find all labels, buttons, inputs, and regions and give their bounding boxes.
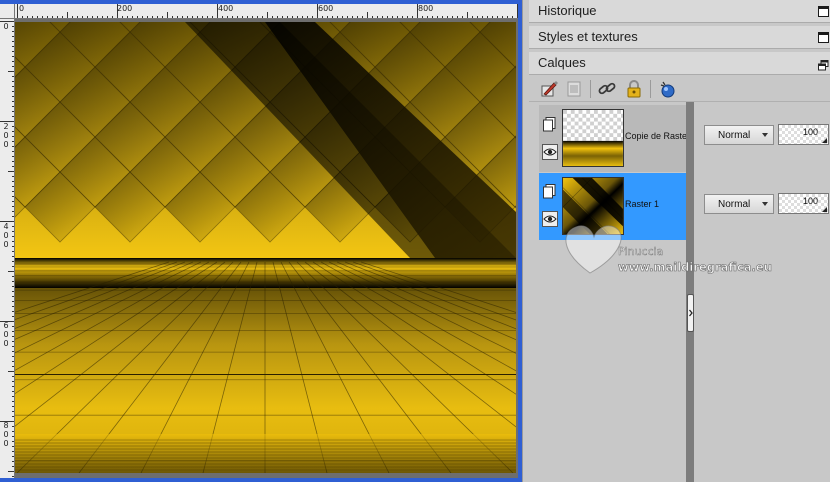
horizontal-ruler[interactable]: 0 200 400 600 800 xyxy=(15,4,518,19)
opacity-field-copy[interactable]: 100 xyxy=(778,124,829,145)
styles-panel-title: Styles et textures xyxy=(538,29,638,44)
vruler-label-200-b: 0 xyxy=(3,131,9,140)
chevron-down-icon xyxy=(762,133,768,137)
image-window: 0 200 400 600 800 0 2 0 0 4 0 0 6 0 0 8 … xyxy=(0,0,522,482)
chevron-down-icon xyxy=(762,202,768,206)
mask-icon[interactable] xyxy=(564,79,584,99)
opacity-slider-corner-icon xyxy=(822,207,827,212)
layer-group-icon[interactable] xyxy=(542,183,558,199)
perspective-floor xyxy=(15,258,516,473)
ruler-label-800: 800 xyxy=(418,4,434,13)
styles-panel-header[interactable]: Styles et textures xyxy=(529,26,830,49)
canvas-area[interactable] xyxy=(15,19,518,478)
ruler-label-0: 0 xyxy=(19,4,25,13)
psp-workspace: 0 200 400 600 800 0 2 0 0 4 0 0 6 0 0 8 … xyxy=(0,0,830,482)
toolbar-separator xyxy=(590,80,591,98)
opacity-value: 100 xyxy=(802,196,818,206)
vruler-label-0: 0 xyxy=(3,22,9,31)
layers-splitter[interactable] xyxy=(686,102,694,482)
styles-maximize-icon[interactable] xyxy=(818,32,829,43)
vruler-label-200-a: 2 xyxy=(3,122,9,131)
opacity-field-raster1[interactable]: 100 xyxy=(778,193,829,214)
lock-icon[interactable] xyxy=(624,79,644,99)
blend-mode-value: Normal xyxy=(718,199,751,210)
splitter-grip-handle[interactable] xyxy=(687,294,694,332)
vruler-label-800-a: 8 xyxy=(3,421,9,430)
layer-group-icon[interactable] xyxy=(542,116,558,132)
window-border-bottom xyxy=(0,478,522,482)
diamond-wall xyxy=(15,22,516,258)
watermark-url: www.maildiregrafica.eu xyxy=(618,260,772,274)
layer-row-copy[interactable]: Copie de Raster 1 xyxy=(539,105,686,172)
history-panel-header[interactable]: Historique xyxy=(529,0,830,23)
vruler-label-400-a: 4 xyxy=(3,222,9,231)
history-maximize-icon[interactable] xyxy=(818,6,829,17)
toolbar-separator-2 xyxy=(650,80,651,98)
layers-panel-title: Calques xyxy=(538,55,586,70)
blend-mode-select-raster1[interactable]: Normal xyxy=(704,194,774,214)
vruler-label-800-b: 0 xyxy=(3,430,9,439)
ruler-label-200: 200 xyxy=(117,4,133,13)
opacity-slider-corner-icon xyxy=(822,138,827,143)
opacity-value: 100 xyxy=(802,127,818,137)
link-icon[interactable] xyxy=(597,79,617,99)
blend-mode-value: Normal xyxy=(718,130,751,141)
effects-icon[interactable] xyxy=(657,79,677,99)
vertical-ruler[interactable]: 0 2 0 0 4 0 0 6 0 0 8 0 0 xyxy=(0,19,15,478)
vruler-label-600-b: 0 xyxy=(3,330,9,339)
vruler-label-400-b: 0 xyxy=(3,231,9,240)
history-panel-title: Historique xyxy=(538,3,597,18)
horizontal-ruler-ticks xyxy=(17,4,518,18)
vruler-label-600-a: 6 xyxy=(3,321,9,330)
layers-panel-header[interactable]: Calques xyxy=(529,52,830,75)
layer-name-raster1[interactable]: Raster 1 xyxy=(625,199,686,209)
vruler-label-200-c: 0 xyxy=(3,140,9,149)
layers-toolbar xyxy=(529,76,830,102)
ruler-label-400: 400 xyxy=(218,4,234,13)
blend-mode-select-copy[interactable]: Normal xyxy=(704,125,774,145)
layer-properties-icon[interactable] xyxy=(539,79,559,99)
watermark-name: Pinuccia xyxy=(618,245,663,258)
vruler-label-800-c: 0 xyxy=(3,439,9,448)
vruler-label-400-c: 0 xyxy=(3,240,9,249)
layers-list: Copie de Raster 1 xyxy=(529,102,830,482)
ruler-label-600: 600 xyxy=(318,4,334,13)
layers-restore-icon[interactable] xyxy=(818,56,829,71)
vruler-label-600-c: 0 xyxy=(3,339,9,348)
image-canvas[interactable] xyxy=(15,22,516,473)
layer-name-copy[interactable]: Copie de Raster 1 xyxy=(625,131,686,141)
visibility-eye-icon[interactable] xyxy=(542,211,558,227)
ruler-corner xyxy=(0,4,15,19)
watermark: Pinuccia www.maildiregrafica.eu xyxy=(565,225,772,274)
visibility-eye-icon[interactable] xyxy=(542,144,558,160)
layer-thumbnail-copy xyxy=(562,109,624,167)
